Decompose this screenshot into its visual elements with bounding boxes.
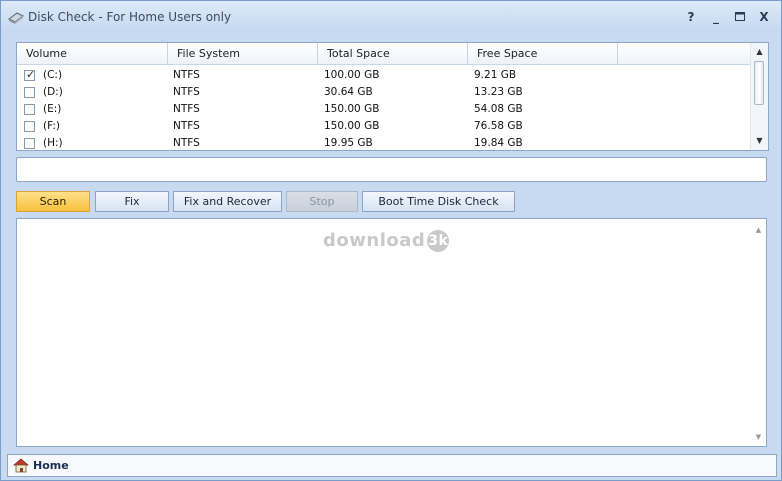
column-header-volume[interactable]: Volume xyxy=(17,43,168,64)
progress-field xyxy=(16,157,767,182)
maximize-icon xyxy=(735,12,745,21)
scroll-thumb[interactable] xyxy=(754,61,764,105)
volume-checkbox[interactable] xyxy=(24,104,35,115)
volume-file-system: NTFS xyxy=(173,69,200,81)
volume-checkbox[interactable]: ✓ xyxy=(24,68,36,81)
volume-checkbox[interactable] xyxy=(24,87,35,98)
volume-list-header: Volume File System Total Space Free Spac… xyxy=(17,43,750,65)
volume-file-system: NTFS xyxy=(173,103,200,115)
volume-row[interactable]: (H:) NTFS 19.95 GB 19.84 GB xyxy=(17,135,750,149)
volume-total-space: 100.00 GB xyxy=(324,69,380,81)
volume-file-system: NTFS xyxy=(173,86,200,98)
watermark-text: download xyxy=(323,230,426,251)
volume-total-space: 150.00 GB xyxy=(324,103,380,115)
scroll-up-icon[interactable]: ▲ xyxy=(750,223,767,237)
volume-name: (F:) xyxy=(43,120,60,132)
boot-time-disk-check-button[interactable]: Boot Time Disk Check xyxy=(362,191,515,212)
app-window: Disk Check - For Home Users only ? _ X V… xyxy=(0,0,782,481)
column-header-total-space[interactable]: Total Space xyxy=(318,43,468,64)
scroll-down-icon[interactable]: ▼ xyxy=(751,134,768,148)
title-bar: Disk Check - For Home Users only ? _ X xyxy=(1,1,781,33)
volume-total-space: 30.64 GB xyxy=(324,86,373,98)
volume-file-system: NTFS xyxy=(173,120,200,132)
volume-row[interactable]: (F:) NTFS 150.00 GB 76.58 GB xyxy=(17,118,750,135)
volume-free-space: 19.84 GB xyxy=(474,137,523,149)
volume-list-scrollbar[interactable]: ▲ ▼ xyxy=(750,43,768,150)
log-area[interactable]: ▲ ▼ xyxy=(16,218,767,447)
volume-name: (C:) xyxy=(43,69,63,81)
disk-icon xyxy=(8,12,24,24)
volume-name: (D:) xyxy=(43,86,63,98)
close-button[interactable]: X xyxy=(754,7,774,27)
volume-name: (H:) xyxy=(43,137,63,149)
stop-button[interactable]: Stop xyxy=(286,191,358,212)
volume-row[interactable]: ✓ (C:) NTFS 100.00 GB 9.21 GB xyxy=(17,67,750,84)
volume-total-space: 150.00 GB xyxy=(324,120,380,132)
volume-free-space: 76.58 GB xyxy=(474,120,523,132)
column-header-free-space[interactable]: Free Space xyxy=(468,43,618,64)
volume-free-space: 54.08 GB xyxy=(474,103,523,115)
volume-checkbox[interactable] xyxy=(24,138,35,149)
volume-row[interactable]: (D:) NTFS 30.64 GB 13.23 GB xyxy=(17,84,750,101)
window-title: Disk Check - For Home Users only xyxy=(28,10,232,24)
volume-free-space: 9.21 GB xyxy=(474,69,517,81)
column-header-file-system[interactable]: File System xyxy=(168,43,318,64)
home-link[interactable]: Home xyxy=(33,459,69,472)
log-scrollbar[interactable]: ▲ ▼ xyxy=(750,219,766,446)
volume-file-system: NTFS xyxy=(173,137,200,149)
fix-button[interactable]: Fix xyxy=(95,191,169,212)
volume-free-space: 13.23 GB xyxy=(474,86,523,98)
minimize-button[interactable]: _ xyxy=(706,7,726,27)
maximize-button[interactable] xyxy=(730,7,750,27)
volume-checkbox[interactable] xyxy=(24,121,35,132)
scroll-up-icon[interactable]: ▲ xyxy=(751,45,768,59)
volume-total-space: 19.95 GB xyxy=(324,137,373,149)
volume-list: Volume File System Total Space Free Spac… xyxy=(16,42,769,151)
scan-button[interactable]: Scan xyxy=(16,191,90,212)
status-bar: Home xyxy=(7,454,777,477)
fix-and-recover-button[interactable]: Fix and Recover xyxy=(173,191,282,212)
watermark-badge: 3k xyxy=(427,230,450,252)
checkmark-icon: ✓ xyxy=(26,68,36,81)
home-icon xyxy=(13,458,29,473)
scroll-down-icon[interactable]: ▼ xyxy=(750,430,767,444)
help-button[interactable]: ? xyxy=(681,7,701,27)
volume-name: (E:) xyxy=(43,103,62,115)
watermark-logo: download 3k xyxy=(323,230,450,252)
volume-row[interactable]: (E:) NTFS 150.00 GB 54.08 GB xyxy=(17,101,750,118)
